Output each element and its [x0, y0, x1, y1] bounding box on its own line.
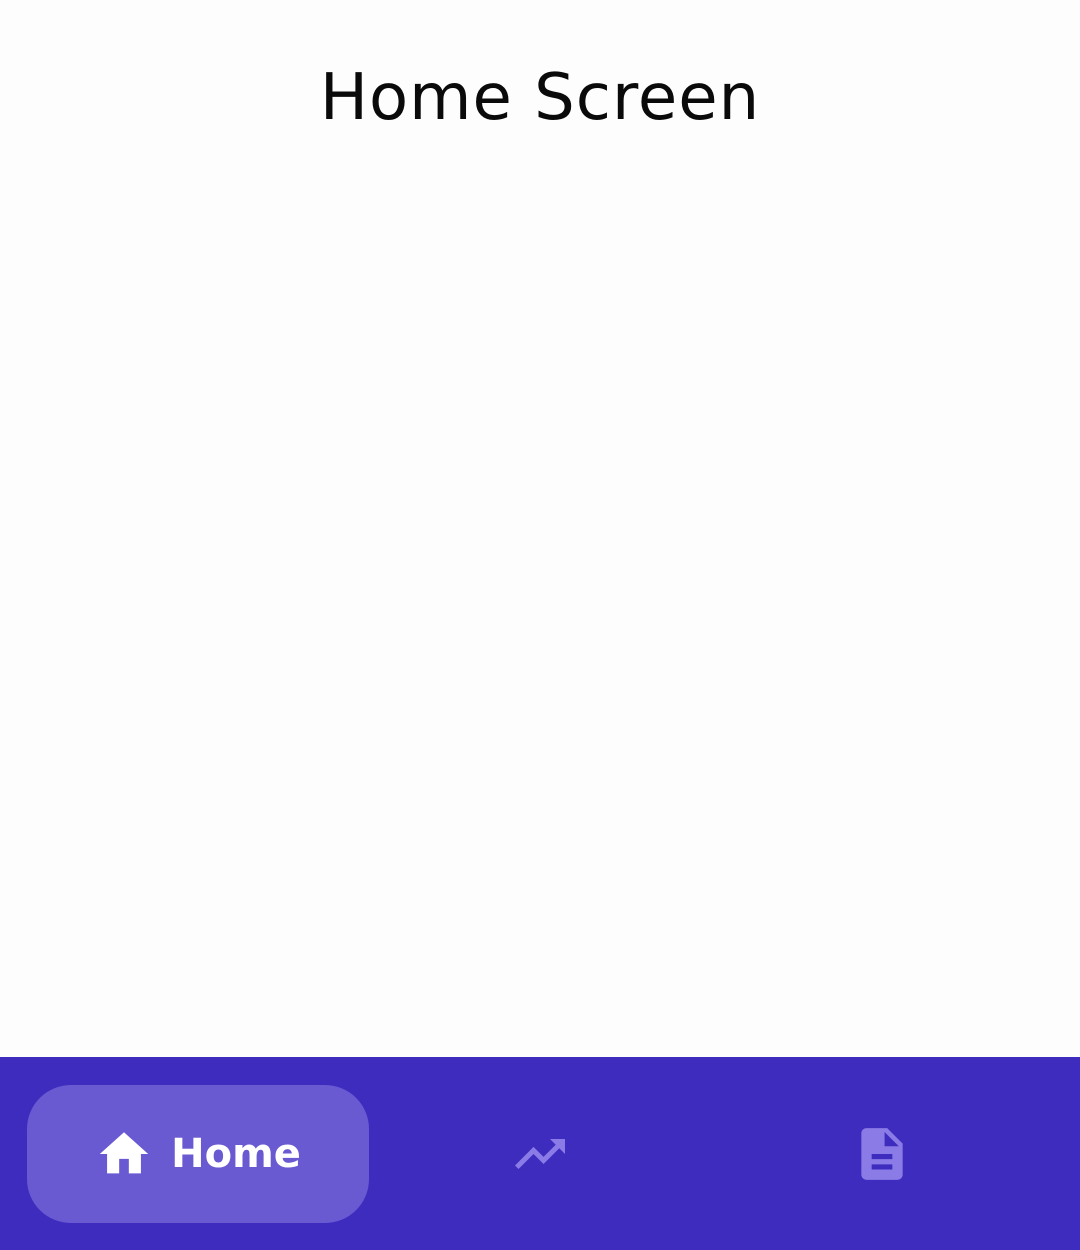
trending-up-icon	[510, 1124, 570, 1184]
content-area	[0, 160, 1080, 1056]
home-screen: Home Screen Home	[0, 0, 1080, 1250]
nav-item-home-label: Home	[171, 1131, 301, 1177]
document-icon	[851, 1123, 913, 1185]
nav-item-trends[interactable]	[470, 1085, 610, 1223]
nav-item-home[interactable]: Home	[27, 1085, 369, 1223]
nav-item-documents[interactable]	[812, 1085, 952, 1223]
home-icon	[95, 1125, 153, 1183]
page-title: Home Screen	[319, 61, 761, 135]
bottom-navigation-bar: Home	[0, 1057, 1080, 1250]
